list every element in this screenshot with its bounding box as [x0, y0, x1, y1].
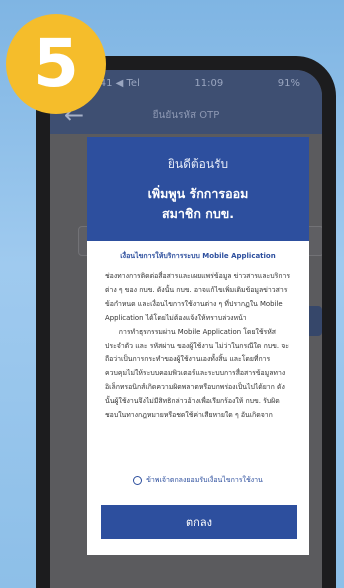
app-header: ← ยืนยันรหัส OTP: [50, 96, 322, 134]
ok-button[interactable]: ตกลง: [101, 505, 297, 539]
dialog-headline-line1: เพิ่มพูน รักการออม: [147, 186, 249, 201]
welcome-text: ยินดีต้อนรับ: [167, 157, 229, 171]
welcome-terms-dialog: ยินดีต้อนรับ เพิ่มพูน รักการออม สมาชิก ก…: [87, 137, 309, 555]
terms-paragraph: ช่องทางการติดต่อสื่อสารและเผยแพร่ข้อมูล …: [105, 272, 291, 322]
page-title: ยืนยันรหัส OTP: [152, 109, 220, 121]
radio-circle-icon[interactable]: [133, 476, 143, 485]
status-bar-time: 11:09: [194, 77, 224, 89]
status-bar-battery: 91%: [277, 77, 300, 89]
agree-terms-label: ข้าพเจ้าตกลงยอมรับเงื่อนไขการใช้งาน: [146, 476, 263, 484]
agree-terms-radio[interactable]: ข้าพเจ้าตกลงยอมรับเงื่อนไขการใช้งาน: [99, 475, 297, 486]
dialog-headline-line2: สมาชิก กบข.: [161, 206, 235, 221]
terms-title: เงื่อนไขการให้บริการระบบ Mobile Applicat…: [120, 252, 276, 260]
dialog-header: ยินดีต้อนรับ เพิ่มพูน รักการออม สมาชิก ก…: [87, 137, 309, 241]
dialog-body: เงื่อนไขการให้บริการระบบ Mobile Applicat…: [87, 241, 309, 486]
terms-scroll-area[interactable]: ช่องทางการติดต่อสื่อสารและเผยแพร่ข้อมูล …: [99, 270, 297, 465]
step-number-badge: 5: [6, 14, 106, 114]
terms-paragraph: การทำธุรกรรมผ่าน Mobile Application โดยใ…: [105, 327, 289, 420]
